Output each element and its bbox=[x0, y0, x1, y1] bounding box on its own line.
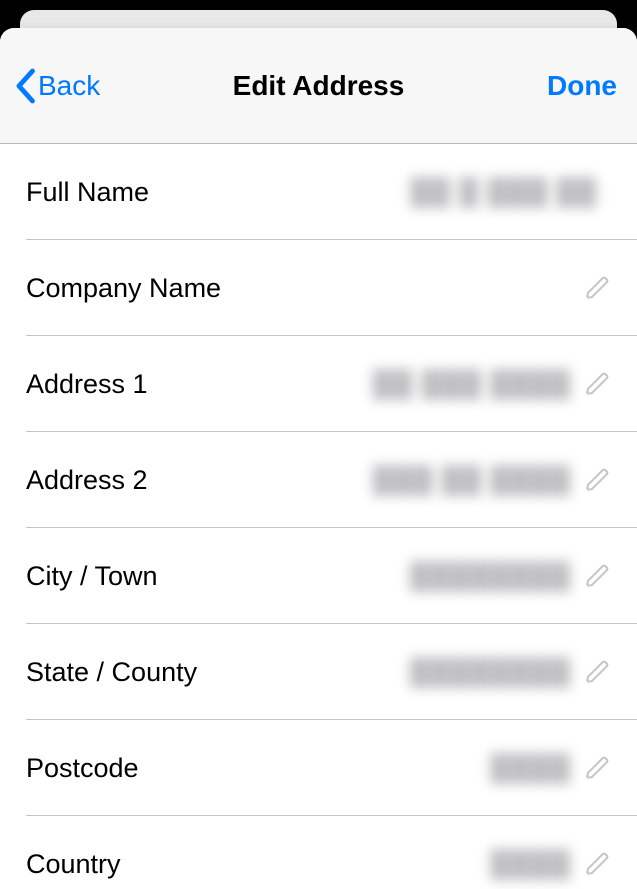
field-label: Address 2 bbox=[26, 465, 148, 496]
field-value: ███ ██ ████ bbox=[148, 465, 585, 496]
field-label: Postcode bbox=[26, 753, 139, 784]
field-label: Full Name bbox=[26, 177, 149, 208]
pencil-icon bbox=[585, 755, 611, 781]
pencil-icon bbox=[585, 563, 611, 589]
row-full-name[interactable]: Full Name ██ █ ███ ██ bbox=[0, 144, 637, 240]
field-label: Address 1 bbox=[26, 369, 148, 400]
row-address-1[interactable]: Address 1 ██ ███ ████ bbox=[0, 336, 637, 432]
chevron-left-icon bbox=[14, 68, 36, 104]
field-value: ████████ bbox=[158, 561, 585, 592]
pencil-icon bbox=[585, 659, 611, 685]
address-form-list: Full Name ██ █ ███ ██ Company Name Addre… bbox=[0, 144, 637, 889]
back-button[interactable]: Back bbox=[14, 68, 100, 104]
pencil-icon bbox=[585, 275, 611, 301]
row-address-2[interactable]: Address 2 ███ ██ ████ bbox=[0, 432, 637, 528]
field-label: City / Town bbox=[26, 561, 158, 592]
pencil-icon bbox=[585, 371, 611, 397]
row-city-town[interactable]: City / Town ████████ bbox=[0, 528, 637, 624]
field-value: ██ ███ ████ bbox=[148, 369, 585, 400]
row-state-county[interactable]: State / County ████████ bbox=[0, 624, 637, 720]
field-value: ██ █ ███ ██ bbox=[149, 177, 611, 208]
row-company-name[interactable]: Company Name bbox=[0, 240, 637, 336]
field-value: ████ bbox=[139, 753, 585, 784]
field-label: State / County bbox=[26, 657, 197, 688]
back-label: Back bbox=[38, 70, 100, 102]
navigation-bar: Back Edit Address Done bbox=[0, 28, 637, 144]
pencil-icon bbox=[585, 467, 611, 493]
done-button[interactable]: Done bbox=[547, 70, 617, 102]
field-value: ████ bbox=[121, 849, 585, 880]
field-value: ████████ bbox=[197, 657, 585, 688]
modal-sheet: Back Edit Address Done Full Name ██ █ ██… bbox=[0, 28, 637, 889]
field-label: Country bbox=[26, 849, 121, 880]
row-postcode[interactable]: Postcode ████ bbox=[0, 720, 637, 816]
pencil-icon bbox=[585, 851, 611, 877]
field-label: Company Name bbox=[26, 273, 221, 304]
row-country[interactable]: Country ████ bbox=[0, 816, 637, 889]
